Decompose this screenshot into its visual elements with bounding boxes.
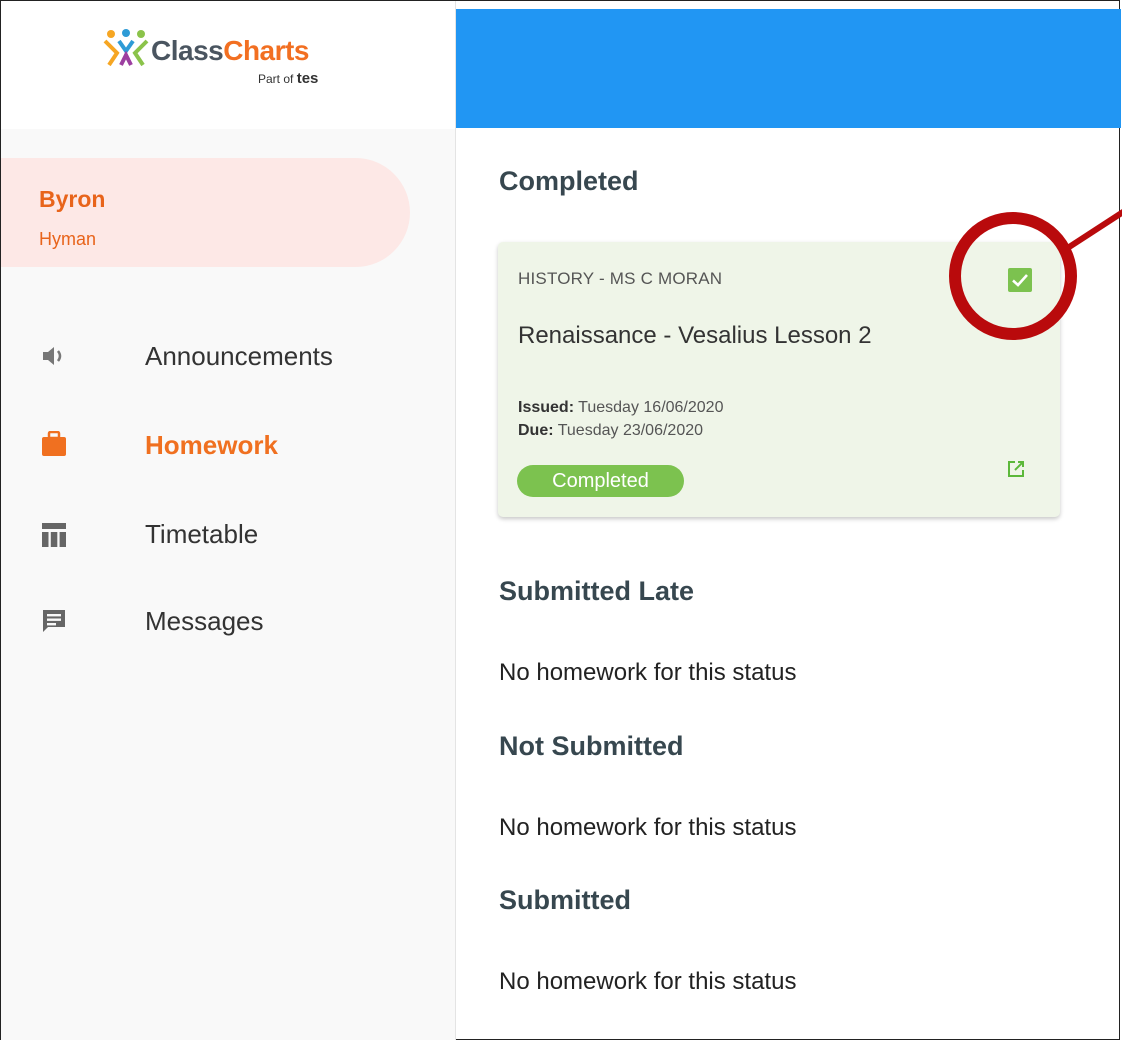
external-link-icon[interactable] [1007, 460, 1025, 478]
empty-state-submitted: No homework for this status [499, 968, 797, 995]
sidebar-item-label: Announcements [145, 341, 333, 371]
sidebar-item-label: Timetable [145, 519, 259, 549]
sidebar-item-label: Homework [145, 430, 278, 460]
sidebar-item-messages[interactable]: Messages [1, 591, 455, 651]
top-bar [456, 9, 1121, 128]
sidebar-item-homework[interactable]: Homework [1, 415, 455, 475]
table-icon [42, 523, 66, 547]
due-date: Due: Tuesday 23/06/2020 [518, 422, 703, 440]
logo-subtitle: Part of tes [258, 70, 318, 87]
logo-text: ClassCharts [151, 35, 309, 67]
user-first-name: Byron [39, 186, 106, 212]
section-title-submitted-late: Submitted Late [499, 576, 695, 606]
sidebar-item-label: Messages [145, 606, 264, 636]
user-last-name: Hyman [39, 229, 97, 249]
sidebar: ClassCharts Part of tes Byron Hyman Anno… [1, 1, 456, 1040]
empty-state-submitted-late: No homework for this status [499, 659, 797, 686]
issued-value: Tuesday 16/06/2020 [578, 399, 724, 416]
people-icon [103, 29, 149, 67]
logo-sub-prefix: Part of [258, 72, 294, 86]
sidebar-item-announcements[interactable]: Announcements [1, 326, 455, 386]
empty-state-not-submitted: No homework for this status [499, 814, 797, 841]
section-title-submitted: Submitted [499, 885, 631, 915]
logo-text-charts: Charts [223, 35, 309, 66]
status-badge: Completed [517, 465, 684, 497]
sidebar-item-timetable[interactable]: Timetable [1, 504, 455, 564]
due-label: Due: [518, 422, 554, 439]
annotation-circle [949, 212, 1077, 340]
issued-date: Issued: Tuesday 16/06/2020 [518, 399, 723, 417]
logo-text-class: Class [151, 35, 224, 66]
section-title-not-submitted: Not Submitted [499, 731, 684, 761]
card-title: Renaissance - Vesalius Lesson 2 [518, 322, 872, 349]
section-title-completed: Completed [499, 166, 639, 196]
issued-label: Issued: [518, 399, 575, 416]
briefcase-icon [42, 431, 66, 456]
classcharts-logo[interactable]: ClassCharts Part of tes [103, 23, 373, 93]
card-subject: HISTORY - MS C MORAN [518, 269, 723, 288]
message-icon [43, 610, 65, 632]
logo-area: ClassCharts Part of tes [1, 1, 455, 129]
logo-sub-brand: tes [296, 70, 319, 87]
speaker-icon [43, 347, 62, 365]
due-value: Tuesday 23/06/2020 [557, 422, 704, 439]
